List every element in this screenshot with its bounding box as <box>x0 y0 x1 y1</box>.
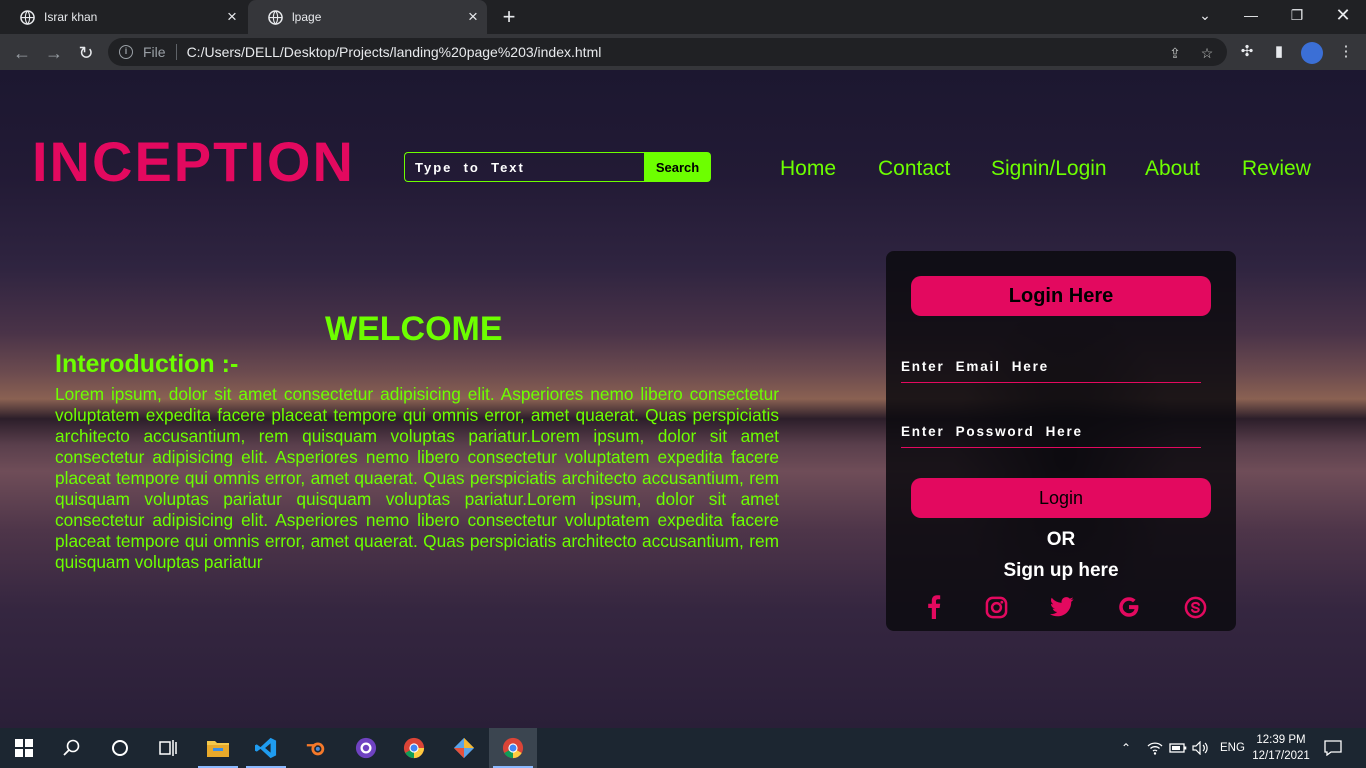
scheme-label: File <box>143 44 166 60</box>
url-text[interactable]: C:/Users/DELL/Desktop/Projects/landing%2… <box>187 44 602 60</box>
windows-start-icon[interactable] <box>0 728 48 768</box>
back-arrow-icon[interactable]: ← <box>10 41 34 65</box>
email-field[interactable] <box>901 351 1201 383</box>
vscode-icon[interactable] <box>242 728 290 768</box>
info-icon[interactable]: i <box>119 45 133 59</box>
facebook-icon[interactable] <box>921 594 947 620</box>
wifi-icon[interactable] <box>1147 728 1163 768</box>
close-icon[interactable]: × <box>465 8 481 25</box>
menu-dots-icon[interactable]: ⋮ <box>1337 43 1355 61</box>
clock-date: 12/17/2021 <box>1252 750 1310 762</box>
chrome-active-icon[interactable] <box>489 728 537 768</box>
address-bar[interactable]: i File C:/Users/DELL/Desktop/Projects/la… <box>108 38 1227 66</box>
login-button[interactable]: Login <box>911 478 1211 518</box>
restore-icon[interactable]: ❐ <box>1274 0 1320 30</box>
tab-title: lpage <box>292 10 322 24</box>
nav-signin-login[interactable]: Signin/Login <box>991 157 1107 181</box>
profile-avatar[interactable] <box>1301 42 1323 64</box>
windows-taskbar: ⌃ ENG 12:39 PM 12/17/2021 <box>0 728 1366 768</box>
instagram-icon[interactable] <box>983 594 1009 620</box>
globe-icon <box>20 9 35 25</box>
chevron-down-icon[interactable]: ⌄ <box>1182 0 1228 30</box>
app-diamond-icon[interactable] <box>440 728 488 768</box>
search-form: Search <box>404 152 711 182</box>
clock[interactable]: 12:39 PM 12/17/2021 <box>1248 732 1314 764</box>
twitter-icon[interactable] <box>1049 594 1075 620</box>
chrome-icon[interactable] <box>390 728 438 768</box>
blender-icon[interactable] <box>292 728 340 768</box>
cortana-icon[interactable] <box>96 728 144 768</box>
globe-icon <box>268 9 283 25</box>
close-icon[interactable]: × <box>224 8 240 25</box>
nav-about[interactable]: About <box>1145 157 1200 181</box>
clock-time: 12:39 PM <box>1256 734 1306 746</box>
window-close-icon[interactable]: ✕ <box>1320 0 1366 30</box>
nav-home[interactable]: Home <box>780 157 836 181</box>
task-view-icon[interactable] <box>144 728 192 768</box>
welcome-heading: WELCOME <box>325 310 503 348</box>
battery-icon[interactable] <box>1169 728 1187 768</box>
login-heading: Login Here <box>911 276 1211 316</box>
side-panel-icon[interactable]: ▮ <box>1270 43 1288 61</box>
nav-contact[interactable]: Contact <box>878 157 950 181</box>
share-icon[interactable]: ⇪ <box>1166 44 1184 62</box>
google-icon[interactable] <box>1116 594 1142 620</box>
notification-icon[interactable] <box>1324 728 1342 768</box>
language-indicator[interactable]: ENG <box>1220 728 1245 768</box>
search-button[interactable]: Search <box>644 152 711 182</box>
search-icon[interactable] <box>48 728 96 768</box>
tab-lpage[interactable]: lpage × <box>248 0 487 34</box>
page-viewport: INCEPTION Search Home Contact Signin/Log… <box>0 70 1366 728</box>
password-field[interactable] <box>901 416 1201 448</box>
search-input[interactable] <box>404 152 644 182</box>
extensions-puzzle-icon[interactable]: ✣ <box>1238 43 1256 61</box>
tab-israr-khan[interactable]: Israr khan × <box>0 0 246 34</box>
skype-icon[interactable] <box>1182 594 1208 620</box>
nav-review[interactable]: Review <box>1242 157 1311 181</box>
star-icon[interactable]: ☆ <box>1198 44 1216 62</box>
login-card: Login Here Login OR Sign up here <box>886 251 1236 631</box>
or-label: OR <box>1046 529 1076 550</box>
brand-logo[interactable]: INCEPTION <box>32 132 355 192</box>
forward-arrow-icon[interactable]: → <box>42 41 66 65</box>
speaker-icon[interactable] <box>1192 728 1210 768</box>
tab-title: Israr khan <box>44 10 98 24</box>
file-explorer-icon[interactable] <box>194 728 242 768</box>
github-desktop-icon[interactable] <box>342 728 390 768</box>
reload-icon[interactable]: ↻ <box>74 41 98 65</box>
signup-link[interactable]: Sign up here <box>886 560 1236 582</box>
new-tab-plus-icon[interactable]: + <box>499 6 519 28</box>
intro-paragraph: Lorem ipsum, dolor sit amet consectetur … <box>55 384 779 572</box>
chevron-up-icon[interactable]: ⌃ <box>1121 728 1131 768</box>
intro-heading: Interoduction :- <box>55 350 239 378</box>
browser-toolbar: ← → ↻ i File C:/Users/DELL/Desktop/Proje… <box>0 34 1366 70</box>
minimize-icon[interactable]: — <box>1228 0 1274 30</box>
tab-strip: Israr khan × lpage × + ⌄ — ❐ ✕ <box>0 0 1366 34</box>
separator <box>175 44 177 60</box>
